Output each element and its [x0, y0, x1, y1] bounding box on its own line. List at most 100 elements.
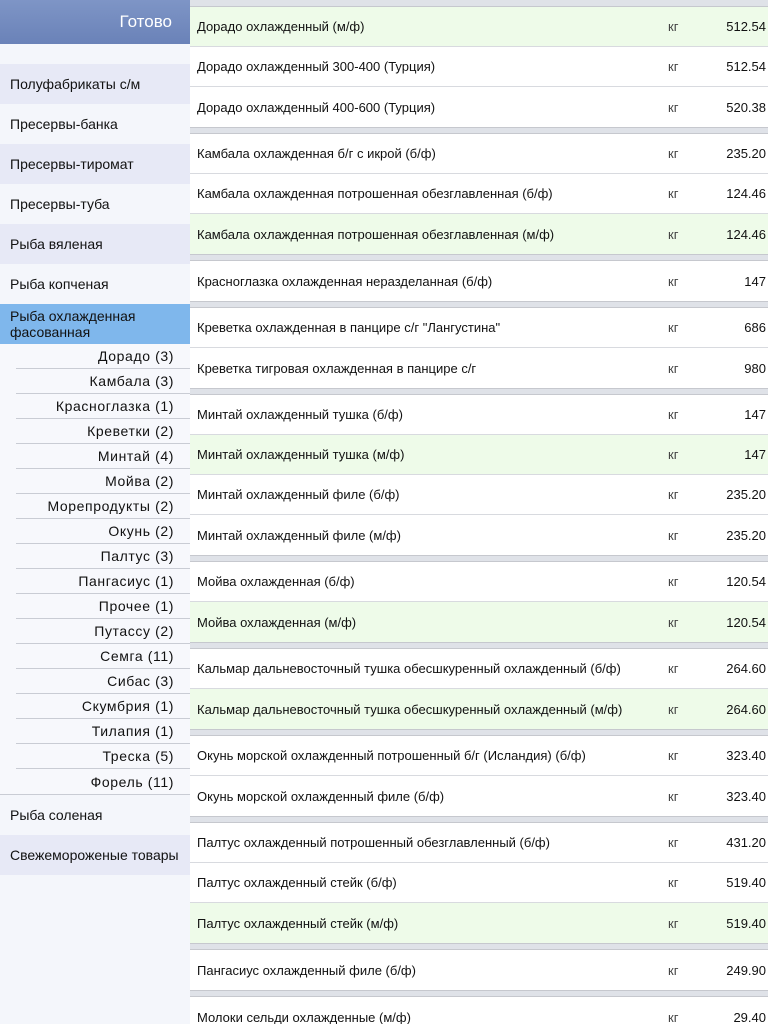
subcategory-item[interactable]: Морепродукты (2) [16, 494, 190, 519]
product-group: Камбала охлажденная б/г с икрой (б/ф) кг… [190, 133, 768, 255]
product-price: 512.54 [726, 19, 766, 34]
subcategory-item[interactable]: Палтус (3) [16, 544, 190, 569]
category-item[interactable]: Пресервы-тиромат [0, 144, 190, 184]
product-unit: кг [668, 99, 679, 115]
subcategory-item[interactable]: Треска (5) [16, 744, 190, 769]
subcategory-item[interactable]: Путассу (2) [16, 619, 190, 644]
product-unit: кг [668, 614, 679, 630]
product-row[interactable]: Кальмар дальневосточный тушка обесшкурен… [190, 649, 768, 689]
product-row[interactable]: Пангасиус охлажденный филе (б/ф) кг 249.… [190, 950, 768, 990]
subcategory-item[interactable]: Окунь (2) [16, 519, 190, 544]
category-item[interactable]: Рыба вяленая [0, 224, 190, 264]
subcategory-item[interactable]: Прочее (1) [16, 594, 190, 619]
product-row[interactable]: Креветка охлажденная в панцире с/г "Ланг… [190, 308, 768, 348]
product-row[interactable]: Камбала охлажденная потрошенная обезглав… [190, 174, 768, 214]
product-row[interactable]: Палтус охлажденный стейк (м/ф) кг 519.40 [190, 903, 768, 943]
product-row[interactable]: Креветка тигровая охлажденная в панцире … [190, 348, 768, 388]
subcategory-item[interactable]: Тилапия (1) [16, 719, 190, 744]
product-row[interactable]: Камбала охлажденная б/г с икрой (б/ф) кг… [190, 134, 768, 174]
product-row[interactable]: Минтай охлажденный филе (м/ф) кг 235.20 [190, 515, 768, 555]
product-name: Минтай охлажденный филе (м/ф) [197, 527, 401, 543]
product-price: 120.54 [726, 614, 766, 630]
product-name: Мойва охлажденная (м/ф) [197, 614, 357, 630]
subcategory-item[interactable]: Сибас (3) [16, 669, 190, 694]
product-group: Красноглазка охлажденная неразделанная (… [190, 260, 768, 302]
product-row[interactable]: Дорадо охлажденный 300-400 (Турция) кг 5… [190, 47, 768, 87]
product-name: Креветка тигровая охлажденная в панцире … [197, 360, 477, 376]
subcategory-item[interactable]: Мойва (2) [16, 469, 190, 494]
subcategory-item[interactable]: Камбала (3) [16, 369, 190, 394]
product-unit: кг [668, 320, 679, 335]
category-item[interactable]: Пресервы-туба [0, 184, 190, 224]
product-row[interactable]: Минтай охлажденный филе (б/ф) кг 235.20 [190, 475, 768, 515]
product-group: Дорадо охлажденный (м/ф) кг 512.54 Дорад… [190, 6, 768, 128]
category-item[interactable]: Рыба копченая [0, 264, 190, 304]
category-sidebar: Готово Полуфабрикаты с/м Пресервы-банка … [0, 0, 190, 1024]
product-group: Кальмар дальневосточный тушка обесшкурен… [190, 648, 768, 730]
subcategory-list: Дорадо (3) Камбала (3) Красноглазка (1) … [0, 344, 190, 794]
product-unit: кг [668, 788, 679, 804]
product-row[interactable]: Мойва охлажденная (м/ф) кг 120.54 [190, 602, 768, 642]
product-row[interactable]: Мойва охлажденная (б/ф) кг 120.54 [190, 562, 768, 602]
done-button[interactable]: Готово [120, 12, 173, 32]
product-price: 235.20 [726, 527, 766, 543]
product-name: Дорадо охлажденный 300-400 (Турция) [197, 59, 436, 74]
category-item[interactable]: Рыба соленая [0, 795, 190, 835]
product-row[interactable]: Минтай охлажденный тушка (м/ф) кг 147 [190, 435, 768, 475]
product-name: Минтай охлажденный тушка (б/ф) [197, 407, 403, 422]
product-name: Креветка охлажденная в панцире с/г "Ланг… [197, 320, 501, 335]
product-name: Молоки сельди охлажденные (м/ф) [197, 1009, 411, 1024]
product-group: Мойва охлажденная (б/ф) кг 120.54 Мойва … [190, 561, 768, 643]
subcategory-item[interactable]: Пангасиус (1) [16, 569, 190, 594]
category-item-selected[interactable]: Рыба охлажденная фасованная [0, 304, 190, 344]
product-row[interactable]: Дорадо охлажденный (м/ф) кг 512.54 [190, 7, 768, 47]
product-price: 323.40 [726, 788, 766, 804]
product-price: 249.90 [726, 962, 766, 978]
product-unit: кг [668, 19, 679, 34]
product-name: Дорадо охлажденный 400-600 (Турция) [197, 99, 436, 115]
subcategory-item[interactable]: Семга (11) [16, 644, 190, 669]
subcategory-item[interactable]: Красноглазка (1) [16, 394, 190, 419]
product-name: Мойва охлажденная (б/ф) [197, 574, 355, 589]
product-unit: кг [668, 574, 679, 589]
product-name: Кальмар дальневосточный тушка обесшкурен… [197, 701, 623, 717]
product-price: 264.60 [726, 661, 766, 676]
product-unit: кг [668, 875, 679, 890]
product-row[interactable]: Кальмар дальневосточный тушка обесшкурен… [190, 689, 768, 729]
category-item[interactable]: Полуфабрикаты с/м [0, 64, 190, 104]
subcategory-item[interactable]: Дорадо (3) [16, 344, 190, 369]
product-price: 124.46 [726, 226, 766, 242]
subcategory-item[interactable]: Минтай (4) [16, 444, 190, 469]
product-group: Минтай охлажденный тушка (б/ф) кг 147 Ми… [190, 394, 768, 556]
product-price: 235.20 [726, 487, 766, 502]
product-unit: кг [668, 186, 679, 201]
product-price: 235.20 [726, 146, 766, 161]
product-row[interactable]: Окунь морской охлажденный филе (б/ф) кг … [190, 776, 768, 816]
subcategory-item[interactable]: Форель (11) [16, 769, 190, 794]
product-row[interactable]: Окунь морской охлажденный потрошенный б/… [190, 736, 768, 776]
subcategory-item[interactable]: Скумбрия (1) [16, 694, 190, 719]
product-row[interactable]: Красноглазка охлажденная неразделанная (… [190, 261, 768, 301]
product-name: Красноглазка охлажденная неразделанная (… [197, 273, 493, 289]
product-unit: кг [668, 226, 679, 242]
product-row[interactable]: Дорадо охлажденный 400-600 (Турция) кг 5… [190, 87, 768, 127]
product-row[interactable]: Молоки сельди охлажденные (м/ф) кг 29.40 [190, 997, 768, 1024]
product-price: 980 [744, 360, 766, 376]
category-item[interactable]: Пресервы-банка [0, 104, 190, 144]
product-row[interactable]: Палтус охлажденный стейк (б/ф) кг 519.40 [190, 863, 768, 903]
product-unit: кг [668, 360, 679, 376]
product-price: 120.54 [726, 574, 766, 589]
product-name: Палтус охлажденный стейк (м/ф) [197, 915, 399, 931]
product-row[interactable]: Палтус охлажденный потрошенный обезглавл… [190, 823, 768, 863]
product-name: Окунь морской охлажденный потрошенный б/… [197, 748, 586, 763]
product-name: Камбала охлажденная потрошенная обезглав… [197, 186, 553, 201]
product-row[interactable]: Камбала охлажденная потрошенная обезглав… [190, 214, 768, 254]
category-item[interactable]: Свежемороженые товары [0, 835, 190, 875]
product-price: 519.40 [726, 915, 766, 931]
subcategory-item[interactable]: Креветки (2) [16, 419, 190, 444]
product-name: Минтай охлажденный филе (б/ф) [197, 487, 400, 502]
product-group: Креветка охлажденная в панцире с/г "Ланг… [190, 307, 768, 389]
product-price: 124.46 [726, 186, 766, 201]
product-row[interactable]: Минтай охлажденный тушка (б/ф) кг 147 [190, 395, 768, 435]
